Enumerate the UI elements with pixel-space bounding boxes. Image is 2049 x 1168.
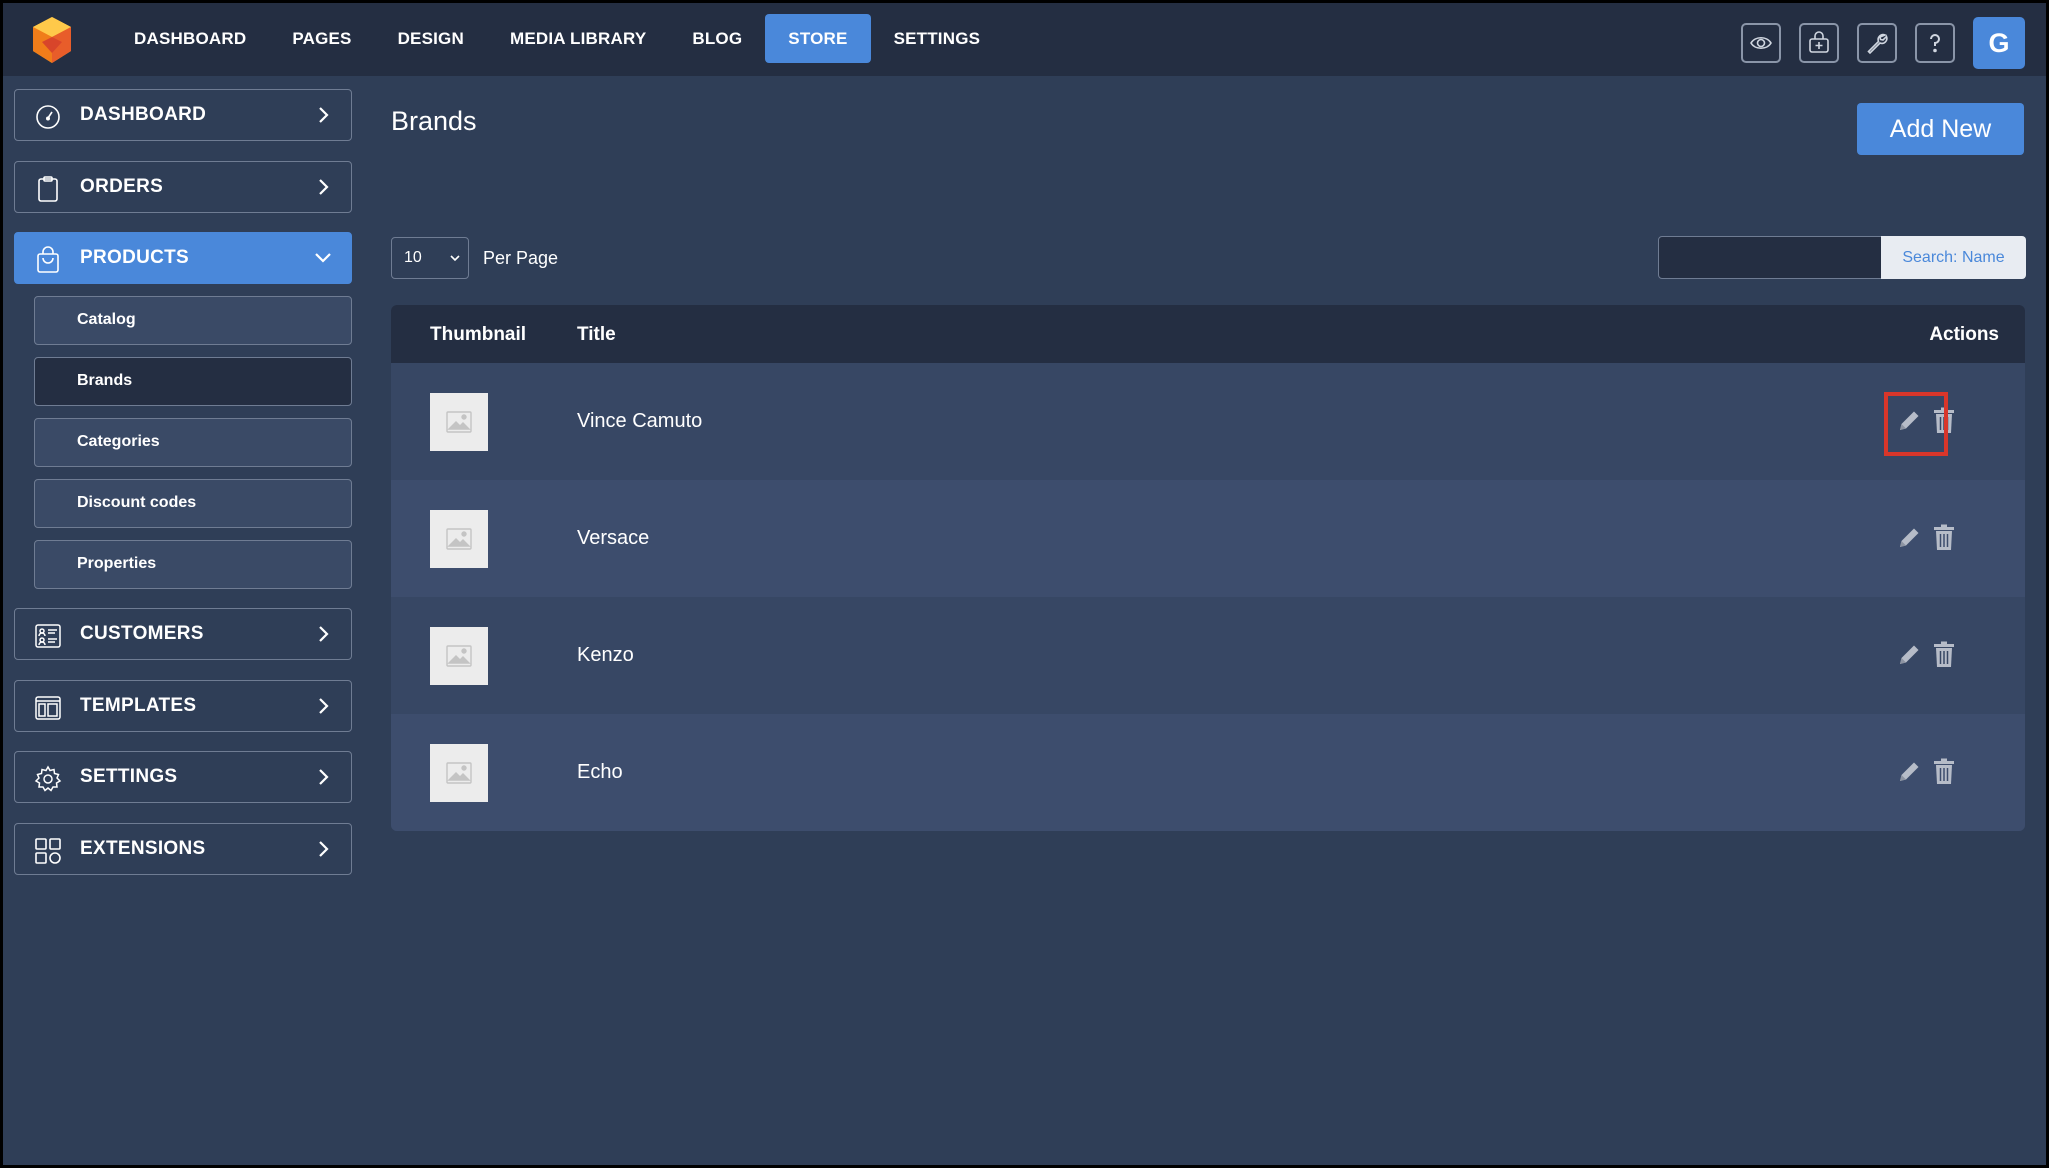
sidebar-item-label: CUSTOMERS <box>80 623 204 644</box>
topnav-pages[interactable]: PAGES <box>269 14 374 63</box>
per-page-select[interactable]: 10 <box>391 237 469 279</box>
products-submenu: Catalog Brands Categories Discount codes… <box>14 295 352 589</box>
clipboard-icon <box>38 175 58 202</box>
submenu-item-properties[interactable]: Properties <box>34 539 352 589</box>
trash-icon[interactable] <box>1931 758 1957 786</box>
image-placeholder-icon <box>446 645 472 667</box>
thumbnail-placeholder <box>430 627 488 685</box>
brands-table: Thumbnail Title Actions Vince Camuto Ver… <box>391 305 2025 831</box>
column-header-title: Title <box>577 324 616 345</box>
search-button[interactable]: Search: Name <box>1881 236 2026 279</box>
layout-icon <box>35 695 61 720</box>
topnav-store[interactable]: STORE <box>765 14 871 63</box>
sidebar-item-orders[interactable]: ORDERS <box>14 160 352 213</box>
table-row: Vince Camuto <box>391 363 2025 480</box>
preview-button[interactable] <box>1741 23 1781 63</box>
add-new-button[interactable]: Add New <box>1857 103 2024 155</box>
sidebar-item-label: SETTINGS <box>80 766 178 787</box>
contacts-card-icon <box>35 624 61 648</box>
pencil-icon[interactable] <box>1895 758 1923 786</box>
sidebar-item-extensions[interactable]: EXTENSIONS <box>14 822 352 875</box>
row-title: Echo <box>577 761 623 783</box>
submenu-item-discount-codes[interactable]: Discount codes <box>34 478 352 528</box>
grid-shapes-icon <box>35 837 61 864</box>
pencil-icon[interactable] <box>1895 407 1923 435</box>
chevron-down-icon <box>315 253 331 263</box>
pencil-icon[interactable] <box>1895 524 1923 552</box>
top-nav: DASHBOARD PAGES DESIGN MEDIA LIBRARY BLO… <box>111 13 1003 64</box>
eye-icon <box>1750 36 1772 50</box>
wrench-icon <box>1867 33 1888 55</box>
chevron-right-icon <box>319 626 329 642</box>
basket-button[interactable] <box>1799 23 1839 63</box>
topnav-media-library[interactable]: MEDIA LIBRARY <box>487 14 669 63</box>
sidebar-item-products[interactable]: PRODUCTS <box>14 232 352 284</box>
sidebar-item-label: DASHBOARD <box>80 104 207 125</box>
search-input[interactable] <box>1658 236 1882 279</box>
image-placeholder-icon <box>446 762 472 784</box>
sidebar-item-dashboard[interactable]: DASHBOARD <box>14 89 352 141</box>
tools-button[interactable] <box>1857 23 1897 63</box>
help-button[interactable] <box>1915 23 1955 63</box>
table-row: Kenzo <box>391 597 2025 714</box>
chevron-right-icon <box>319 697 329 714</box>
submenu-item-categories[interactable]: Categories <box>34 417 352 467</box>
sidebar-item-label: ORDERS <box>80 175 164 197</box>
top-icons: G <box>1723 17 2025 69</box>
logo-icon[interactable] <box>25 13 79 67</box>
image-placeholder-icon <box>446 528 472 550</box>
sidebar: DASHBOARD ORDERS PRODUCTS Catalog Brands… <box>14 89 352 894</box>
row-title: Vince Camuto <box>577 410 703 432</box>
topnav-blog[interactable]: BLOG <box>669 14 765 63</box>
sidebar-item-customers[interactable]: CUSTOMERS <box>14 608 352 660</box>
row-title: Kenzo <box>577 644 634 666</box>
thumbnail-placeholder <box>430 510 488 568</box>
pencil-icon[interactable] <box>1895 641 1923 669</box>
topnav-settings[interactable]: SETTINGS <box>871 14 1004 63</box>
chevron-right-icon <box>319 107 329 123</box>
sidebar-item-label: PRODUCTS <box>80 247 190 268</box>
trash-icon[interactable] <box>1931 407 1957 435</box>
sidebar-item-settings[interactable]: SETTINGS <box>14 751 352 803</box>
table-row: Echo <box>391 714 2025 831</box>
chevron-down-icon <box>450 255 460 262</box>
app-window: DASHBOARD PAGES DESIGN MEDIA LIBRARY BLO… <box>3 3 2046 1165</box>
sidebar-item-templates[interactable]: TEMPLATES <box>14 679 352 732</box>
chevron-right-icon <box>319 769 329 785</box>
table-header: Thumbnail Title Actions <box>391 305 2025 363</box>
help-icon <box>1930 34 1940 53</box>
thumbnail-placeholder <box>430 744 488 802</box>
topnav-dashboard[interactable]: DASHBOARD <box>111 14 269 63</box>
submenu-item-brands[interactable]: Brands <box>34 356 352 406</box>
topnav-design[interactable]: DESIGN <box>375 14 487 63</box>
speedometer-icon <box>36 105 60 129</box>
thumbnail-placeholder <box>430 393 488 451</box>
sidebar-item-label: TEMPLATES <box>80 694 197 716</box>
top-bar: DASHBOARD PAGES DESIGN MEDIA LIBRARY BLO… <box>3 3 2046 76</box>
table-row: Versace <box>391 480 2025 597</box>
gear-icon <box>34 765 62 792</box>
image-placeholder-icon <box>446 411 472 433</box>
row-title: Versace <box>577 527 650 549</box>
chevron-right-icon <box>319 840 329 857</box>
page-title: Brands <box>391 106 477 136</box>
chevron-right-icon <box>319 178 329 195</box>
trash-icon[interactable] <box>1931 641 1957 669</box>
trash-icon[interactable] <box>1931 524 1957 552</box>
column-header-actions: Actions <box>1929 324 1999 345</box>
add-to-basket-icon <box>1809 31 1829 53</box>
avatar[interactable]: G <box>1973 17 2025 69</box>
shopping-bag-icon <box>37 246 59 273</box>
per-page-value: 10 <box>404 249 422 266</box>
per-page-label: Per Page <box>483 248 559 268</box>
column-header-thumbnail: Thumbnail <box>430 324 527 345</box>
submenu-item-catalog[interactable]: Catalog <box>34 295 352 345</box>
sidebar-item-label: EXTENSIONS <box>80 837 206 859</box>
